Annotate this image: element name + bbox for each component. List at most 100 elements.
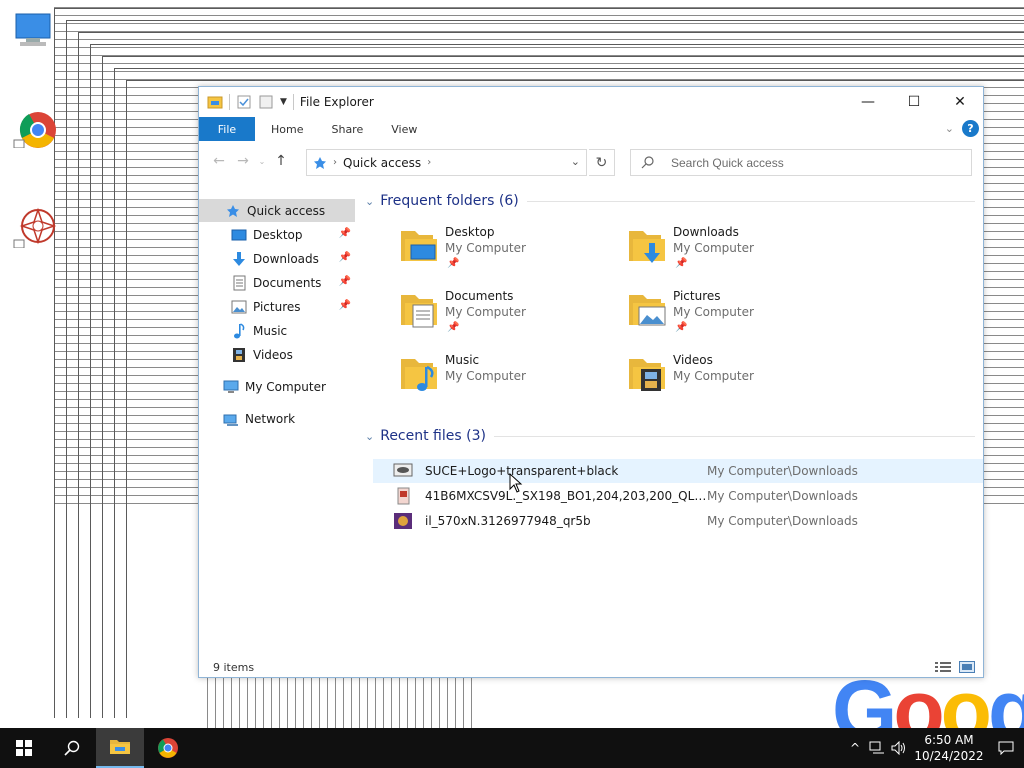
this-pc-desktop-icon[interactable] bbox=[12, 10, 56, 54]
downloads-folder-icon bbox=[629, 231, 665, 263]
picture-icon bbox=[231, 299, 247, 315]
videos-folder-icon bbox=[629, 359, 665, 391]
folder-tile-desktop[interactable]: Desktop My Computer 📌 bbox=[399, 225, 619, 285]
folder-name: Documents bbox=[445, 289, 514, 303]
sidebar-item-label: Music bbox=[253, 323, 288, 338]
maximize-button[interactable]: ☐ bbox=[891, 87, 937, 117]
taskbar-chrome[interactable] bbox=[144, 728, 192, 768]
sidebar-item-label: Network bbox=[245, 411, 296, 426]
window-controls: — ☐ ✕ bbox=[845, 87, 983, 117]
forward-button[interactable]: → bbox=[231, 149, 255, 173]
desktop-folder-icon bbox=[401, 231, 437, 261]
folder-name: Pictures bbox=[673, 289, 721, 303]
collapse-chevron-icon[interactable]: ⌄ bbox=[365, 430, 374, 443]
frequent-folders-header[interactable]: ⌄ Frequent folders (6) bbox=[365, 193, 975, 209]
app-shortcut-desktop-icon[interactable] bbox=[12, 204, 57, 249]
volume-icon[interactable] bbox=[888, 741, 910, 755]
notifications-button[interactable] bbox=[988, 741, 1024, 755]
sidebar-item-music[interactable]: Music bbox=[199, 319, 355, 342]
folder-tile-videos[interactable]: Videos My Computer bbox=[627, 353, 847, 413]
chrome-desktop-icon[interactable] bbox=[12, 104, 56, 149]
sidebar-item-label: Pictures bbox=[253, 299, 301, 314]
view-switcher bbox=[935, 661, 975, 673]
pin-icon[interactable]: 📌 bbox=[339, 276, 351, 287]
recent-file-row[interactable]: 41B6MXCSV9L._SX198_BO1,204,203,200_QL40_… bbox=[373, 484, 983, 508]
desktop-icon bbox=[231, 227, 247, 243]
start-button[interactable] bbox=[0, 728, 48, 768]
network-icon[interactable] bbox=[866, 741, 888, 755]
pin-icon[interactable]: 📌 bbox=[339, 300, 351, 311]
address-bar[interactable]: › Quick access › ⌄ bbox=[306, 149, 587, 176]
folder-tile-music[interactable]: Music My Computer bbox=[399, 353, 619, 413]
taskbar-file-explorer[interactable] bbox=[96, 728, 144, 768]
tab-view[interactable]: View bbox=[377, 117, 431, 141]
clock-date: 10/24/2022 bbox=[914, 749, 984, 763]
title-bar[interactable]: ▼ File Explorer — ☐ ✕ bbox=[199, 87, 983, 117]
pin-icon: 📌 bbox=[447, 322, 460, 333]
pin-icon: 📌 bbox=[675, 322, 688, 333]
breadcrumb-chevron-icon[interactable]: › bbox=[427, 157, 431, 168]
sidebar-item-downloads[interactable]: Downloads 📌 bbox=[199, 247, 355, 270]
search-input[interactable] bbox=[630, 149, 972, 176]
sidebar-item-documents[interactable]: Documents 📌 bbox=[199, 271, 355, 294]
breadcrumb-quick-access[interactable]: Quick access bbox=[343, 156, 421, 170]
mouse-cursor-icon bbox=[509, 473, 523, 493]
windows-logo-icon bbox=[16, 740, 32, 756]
folder-tile-pictures[interactable]: Pictures My Computer 📌 bbox=[627, 289, 847, 349]
search-button[interactable] bbox=[48, 728, 96, 768]
up-button[interactable]: ↑ bbox=[269, 149, 293, 173]
music-note-icon bbox=[231, 322, 247, 339]
sidebar-item-my-computer[interactable]: My Computer bbox=[199, 375, 355, 398]
file-location: My Computer\Downloads bbox=[707, 489, 858, 503]
customize-toolbar-chevron-icon[interactable]: ▼ bbox=[280, 97, 287, 107]
details-view-icon[interactable] bbox=[935, 661, 951, 673]
collapse-chevron-icon[interactable]: ⌄ bbox=[365, 195, 374, 208]
music-folder-icon bbox=[401, 359, 437, 391]
address-dropdown-icon[interactable]: ⌄ bbox=[571, 155, 580, 168]
recent-file-row[interactable]: il_570xN.3126977948_qr5b My Computer\Dow… bbox=[373, 509, 983, 533]
sidebar-item-desktop[interactable]: Desktop 📌 bbox=[199, 223, 355, 246]
expand-ribbon-chevron-icon[interactable]: ⌄ bbox=[945, 122, 954, 135]
clock[interactable]: 6:50 AM 10/24/2022 bbox=[910, 732, 988, 764]
pin-icon[interactable]: 📌 bbox=[339, 228, 351, 239]
folder-location: My Computer bbox=[673, 369, 754, 383]
google-letter: g bbox=[987, 663, 1024, 728]
tab-file[interactable]: File bbox=[199, 117, 255, 141]
sidebar-item-label: Desktop bbox=[253, 227, 303, 242]
help-button[interactable]: ? bbox=[962, 120, 979, 137]
toolbar-separator bbox=[229, 94, 230, 110]
folder-name: Videos bbox=[673, 353, 713, 367]
quick-access-toolbar: ▼ bbox=[207, 94, 294, 110]
new-folder-icon[interactable] bbox=[258, 94, 274, 110]
recent-file-row[interactable]: SUCE+Logo+transparent+black My Computer\… bbox=[373, 459, 983, 483]
tab-share[interactable]: Share bbox=[317, 117, 377, 141]
file-explorer-window: ▼ File Explorer — ☐ ✕ File Home Share Vi… bbox=[198, 86, 984, 678]
folder-tile-documents[interactable]: Documents My Computer 📌 bbox=[399, 289, 619, 349]
sidebar-item-pictures[interactable]: Pictures 📌 bbox=[199, 295, 355, 318]
file-location: My Computer\Downloads bbox=[707, 514, 858, 528]
sidebar-item-label: Downloads bbox=[253, 251, 319, 266]
sidebar-item-network[interactable]: Network bbox=[199, 407, 355, 430]
close-button[interactable]: ✕ bbox=[937, 87, 983, 117]
recent-files-header[interactable]: ⌄ Recent files (3) bbox=[365, 428, 975, 444]
tab-home[interactable]: Home bbox=[257, 117, 317, 141]
chrome-icon bbox=[158, 738, 178, 758]
large-icons-view-icon[interactable] bbox=[959, 661, 975, 673]
sidebar-item-videos[interactable]: Videos bbox=[199, 343, 355, 366]
explorer-app-icon[interactable] bbox=[207, 94, 223, 110]
computer-icon bbox=[15, 13, 51, 46]
minimize-button[interactable]: — bbox=[845, 87, 891, 117]
folder-tile-downloads[interactable]: Downloads My Computer 📌 bbox=[627, 225, 847, 285]
back-button[interactable]: ← bbox=[207, 149, 231, 173]
content-pane: ⌄ Frequent folders (6) Desktop My Comput… bbox=[359, 183, 983, 663]
sidebar-item-quick-access[interactable]: Quick access bbox=[199, 199, 355, 222]
pin-icon[interactable]: 📌 bbox=[339, 252, 351, 263]
status-item-count: 9 items bbox=[213, 661, 255, 674]
properties-icon[interactable] bbox=[236, 94, 252, 110]
show-hidden-icons-chevron-icon[interactable]: ^ bbox=[844, 741, 866, 755]
recent-locations-button[interactable]: ⌄ bbox=[255, 149, 269, 173]
pin-icon: 📌 bbox=[447, 258, 460, 269]
folder-name: Downloads bbox=[673, 225, 739, 239]
refresh-button[interactable]: ↻ bbox=[589, 149, 615, 176]
background-pattern bbox=[200, 678, 476, 728]
